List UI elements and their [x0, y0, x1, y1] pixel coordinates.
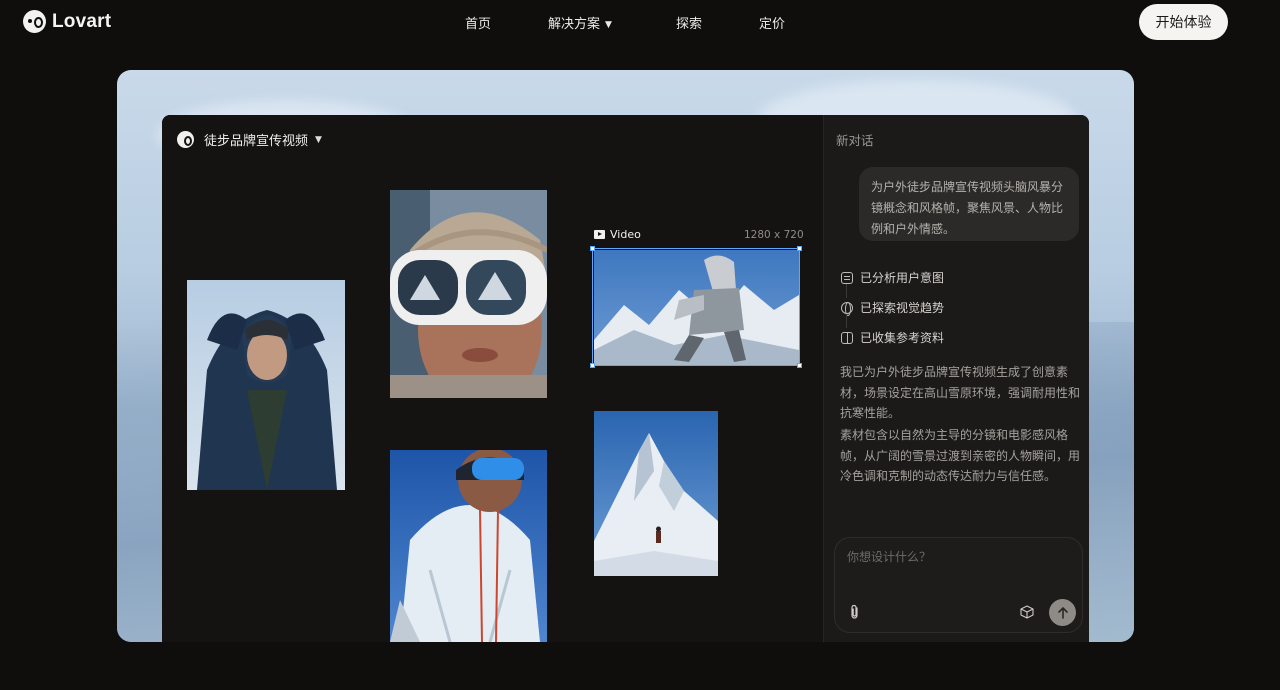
step-connector [846, 314, 847, 328]
paperclip-icon[interactable] [849, 604, 861, 620]
image-snowy-summit[interactable] [594, 411, 718, 576]
nav-item-explore[interactable]: 探索 [676, 13, 702, 32]
chevron-down-icon: ▼ [605, 20, 612, 30]
resize-handle-bottom-right[interactable] [797, 363, 802, 368]
start-trial-button[interactable]: 开始体验 [1139, 4, 1228, 40]
resize-handle-bottom-left[interactable] [590, 363, 595, 368]
selection-frame[interactable] [590, 246, 802, 368]
hiker-man-illustration [187, 280, 345, 490]
step-collect-references: 已收集参考资料 [841, 329, 944, 346]
chevron-down-icon: ▼ [315, 134, 322, 145]
nav-links: 首页 解决方案 ▼ 探索 定价 [0, 13, 1280, 33]
nav-item-solutions-label: 解决方案 [548, 17, 601, 32]
resize-handle-top-left[interactable] [590, 246, 595, 251]
arrow-up-icon [1057, 607, 1068, 619]
video-label: Video [594, 228, 641, 241]
document-icon [841, 271, 853, 284]
video-dimensions: 1280 x 720 [744, 229, 804, 241]
nav-item-home[interactable]: 首页 [465, 13, 491, 32]
project-title: 徒步品牌宣传视频 [204, 134, 309, 149]
snowy-summit-illustration [594, 411, 718, 576]
globe-icon [841, 301, 853, 316]
prompt-input[interactable] [847, 548, 1072, 588]
step-label: 已分析用户意图 [860, 271, 945, 285]
image-hiker-man[interactable] [187, 280, 345, 490]
chat-title: 新对话 [836, 133, 874, 148]
video-play-icon [594, 230, 605, 239]
chat-input-box [834, 537, 1083, 633]
image-blue-goggles-hiker[interactable] [390, 450, 547, 642]
resize-handle-top-right[interactable] [797, 246, 802, 251]
step-connector [846, 284, 847, 298]
send-button[interactable] [1049, 599, 1076, 626]
user-message-bubble: 为户外徒步品牌宣传视频头脑风暴分镜概念和风格帧，聚焦风景、人物比例和户外情感。 [859, 167, 1079, 241]
project-logo-icon [177, 131, 194, 148]
image-goggles-portrait[interactable] [390, 190, 547, 398]
chat-panel: 新对话 为户外徒步品牌宣传视频头脑风暴分镜概念和风格帧，聚焦风景、人物比例和户外… [823, 115, 1089, 642]
app-window: 徒步品牌宣传视频 ▼ Video 1280 x 720 新对话 为户外徒步品牌宣… [162, 115, 1089, 642]
assistant-reply-paragraph: 素材包含以自然为主导的分镜和电影感风格帧，从广阔的雪景过渡到亲密的人物瞬间，用冷… [840, 428, 1081, 483]
step-analyze-intent: 已分析用户意图 [841, 269, 944, 286]
step-label: 已收集参考资料 [860, 331, 945, 345]
nav-item-solutions[interactable]: 解决方案 ▼ [548, 13, 612, 32]
step-label: 已探索视觉趋势 [860, 301, 945, 315]
nav-item-pricing[interactable]: 定价 [759, 13, 785, 32]
project-header[interactable]: 徒步品牌宣传视频 ▼ [177, 130, 322, 149]
design-canvas[interactable]: 徒步品牌宣传视频 ▼ Video 1280 x 720 [162, 115, 823, 642]
video-label-text: Video [610, 228, 641, 241]
assistant-reply-paragraph: 我已为户外徒步品牌宣传视频生成了创意素材，场景设定在高山雪原环境，强调耐用性和抗… [840, 365, 1081, 420]
cube-icon[interactable] [1020, 605, 1034, 619]
blue-goggles-hiker-illustration [390, 450, 547, 642]
box-icon [841, 331, 853, 344]
top-navigation: Lovart 首页 解决方案 ▼ 探索 定价 开始体验 [0, 0, 1280, 44]
step-explore-trends: 已探索视觉趋势 [841, 299, 944, 316]
goggles-portrait-illustration [390, 190, 547, 398]
